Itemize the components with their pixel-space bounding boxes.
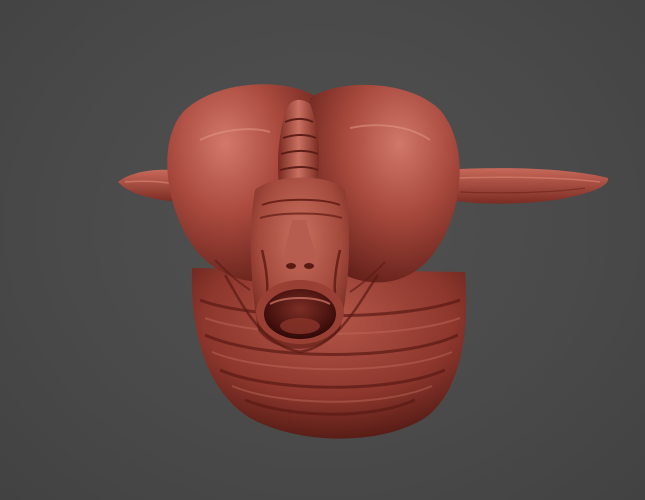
right-wing bbox=[440, 168, 609, 204]
sculpt-viewport[interactable] bbox=[0, 0, 645, 500]
sculpt-render bbox=[118, 84, 609, 439]
open-mouth bbox=[256, 280, 344, 344]
